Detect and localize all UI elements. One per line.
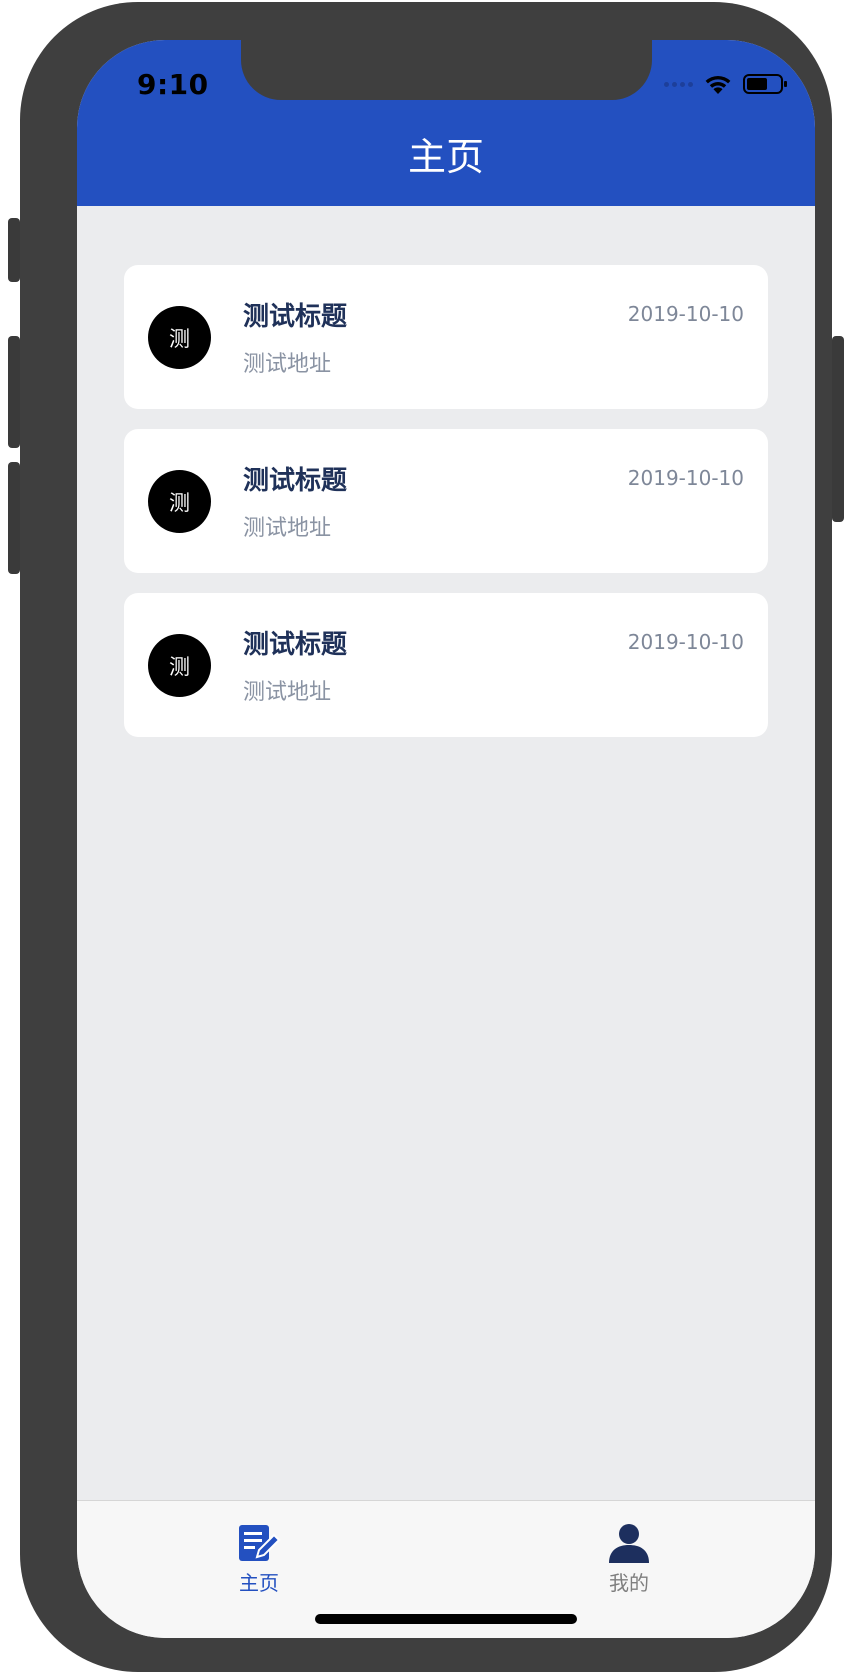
volume-up-button: [8, 336, 20, 448]
power-button: [832, 336, 844, 522]
record-list: 测 测试标题 2019-10-10 测试地址 测 测试标题 2019-10-10…: [124, 265, 768, 757]
status-time: 9:10: [137, 68, 209, 101]
edit-note-icon: [239, 1525, 281, 1561]
item-address: 测试地址: [243, 680, 332, 705]
item-date: 2019-10-10: [627, 466, 744, 490]
item-date: 2019-10-10: [627, 302, 744, 326]
phone-frame: 9:10 主页 测 测试标题 2019-10-10 测试地址 测 测试标题 20…: [8, 2, 844, 1672]
home-indicator[interactable]: [315, 1614, 577, 1624]
tab-mine-label: 我的: [609, 1571, 649, 1595]
volume-down-button: [8, 462, 20, 574]
tab-home[interactable]: 主页: [214, 1523, 304, 1596]
list-item[interactable]: 测 测试标题 2019-10-10 测试地址: [124, 429, 768, 573]
list-item[interactable]: 测 测试标题 2019-10-10 测试地址: [124, 265, 768, 409]
wifi-icon: [705, 75, 731, 94]
list-item[interactable]: 测 测试标题 2019-10-10 测试地址: [124, 593, 768, 737]
tab-home-label: 主页: [239, 1571, 279, 1595]
signal-icon: [664, 81, 693, 87]
page-title: 主页: [407, 135, 484, 179]
item-address: 测试地址: [243, 516, 332, 541]
avatar: 测: [148, 470, 211, 533]
user-icon: [609, 1524, 649, 1563]
app-screen: 9:10 主页 测 测试标题 2019-10-10 测试地址 测 测试标题 20…: [77, 40, 815, 1638]
item-address: 测试地址: [243, 352, 332, 377]
item-title: 测试标题: [243, 302, 348, 332]
mute-switch: [8, 218, 20, 282]
item-title: 测试标题: [243, 630, 348, 660]
item-title: 测试标题: [243, 466, 348, 496]
item-date: 2019-10-10: [627, 630, 744, 654]
nav-header: 9:10 主页: [77, 40, 815, 206]
status-icons: [664, 72, 789, 96]
battery-icon: [743, 74, 787, 94]
tab-mine[interactable]: 我的: [584, 1523, 674, 1596]
avatar: 测: [148, 634, 211, 697]
avatar: 测: [148, 306, 211, 369]
display-notch: [241, 40, 652, 100]
tab-bar: 主页 我的: [77, 1500, 815, 1638]
